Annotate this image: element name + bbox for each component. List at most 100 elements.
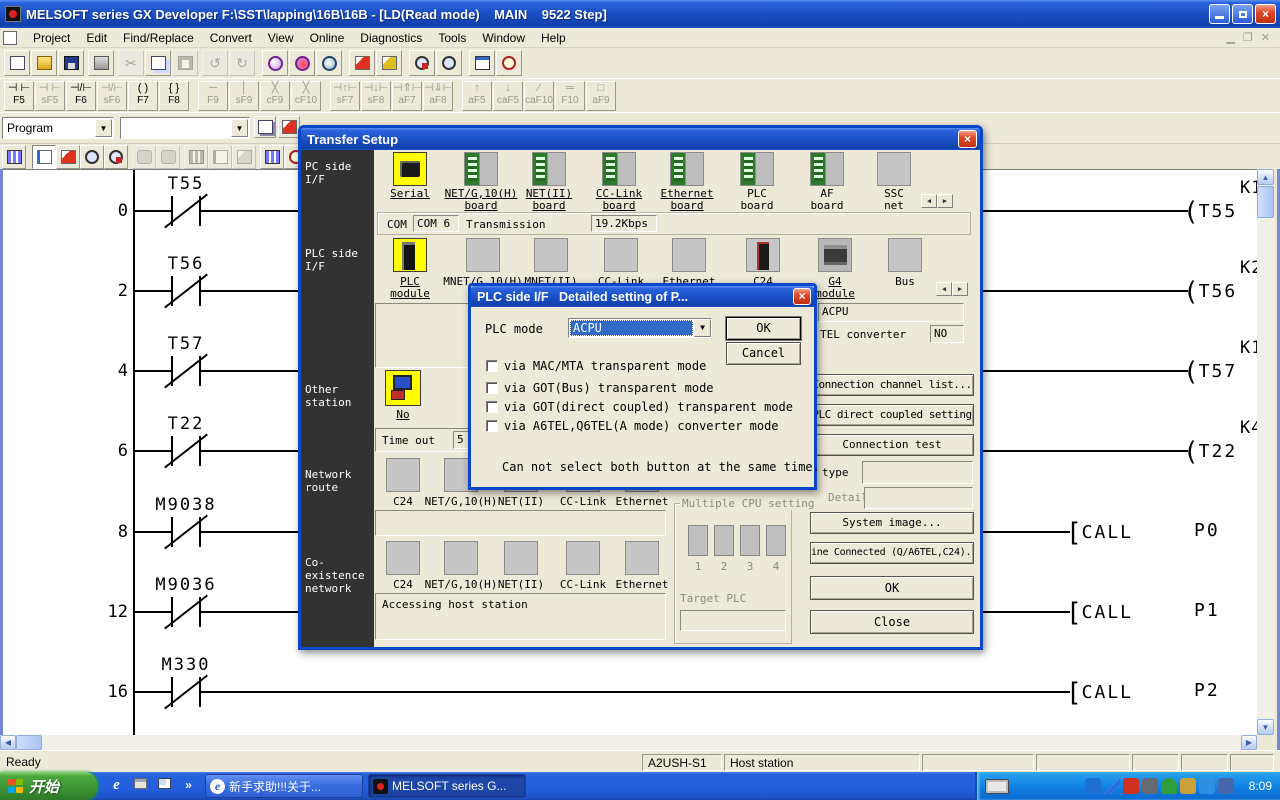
coil-output[interactable]: (T56 — [1183, 277, 1237, 307]
other-station-no-label[interactable]: No — [358, 409, 448, 421]
transfer-setup-titlebar[interactable]: Transfer Setup × — [301, 128, 980, 150]
system-image-button[interactable]: System image... — [810, 512, 974, 534]
ladder-symbol-F8-button[interactable]: { }F8 — [159, 81, 189, 111]
menu-window[interactable]: Window — [474, 29, 533, 47]
outlook-icon[interactable] — [132, 777, 149, 794]
taskbar-task-forum[interactable]: e 新手求助!!!关于... — [205, 774, 363, 798]
horizontal-scroll-thumb[interactable] — [16, 735, 42, 750]
contact-device-label[interactable]: T55 — [126, 174, 246, 194]
plc-side-c24-module-icon[interactable] — [746, 238, 780, 272]
security-shield-tray-icon[interactable] — [1218, 778, 1234, 794]
parameter-button[interactable] — [278, 116, 300, 138]
other-station-no-icon[interactable] — [385, 370, 421, 406]
ok-button[interactable]: OK — [726, 317, 801, 340]
transfer-close-button[interactable]: Close — [810, 610, 974, 634]
minimize-button[interactable] — [1209, 4, 1230, 24]
mdi-document-icon[interactable] — [3, 31, 17, 45]
plc-side-blank-icon[interactable] — [534, 238, 568, 272]
plc-direct-coupled-setting-button[interactable]: PLC direct coupled setting — [810, 404, 974, 426]
zoom-out-button[interactable] — [436, 50, 462, 76]
edit-contacts-button[interactable] — [56, 145, 80, 169]
coil-output[interactable]: (T57 — [1183, 357, 1237, 387]
menu-tools[interactable]: Tools — [430, 29, 474, 47]
pc-side-serial-port-icon[interactable] — [393, 152, 427, 186]
open-button[interactable] — [31, 50, 57, 76]
transparent-mode-checkbox[interactable] — [486, 420, 498, 432]
call-instruction[interactable]: [CALL — [1066, 598, 1133, 628]
find-instruction-button[interactable] — [289, 50, 315, 76]
plc-side-if-titlebar[interactable]: PLC side I/F Detailed setting of P... × — [471, 286, 814, 307]
expand-contacts-button[interactable] — [32, 145, 56, 169]
restore-button[interactable] — [1232, 4, 1253, 24]
plc-side-plc-module-icon[interactable] — [393, 238, 427, 272]
call-instruction[interactable]: [CALL — [1066, 518, 1133, 548]
cpu-slot-2[interactable] — [714, 525, 734, 556]
ladder-list-toggle-button[interactable] — [2, 145, 26, 169]
coexistence-blank-icon[interactable] — [625, 541, 659, 575]
keyboard-layout-icon[interactable] — [985, 779, 1009, 794]
new-button[interactable] — [4, 50, 30, 76]
quick-launch-overflow-chevron[interactable]: » — [180, 777, 197, 794]
coexistence-blank-icon[interactable] — [566, 541, 600, 575]
ladder-symbol-F6-button[interactable]: ⊣/⊢F6 — [66, 81, 96, 111]
vertical-scrollbar[interactable]: ▲ ▼ — [1257, 169, 1274, 735]
print-button[interactable] — [88, 50, 114, 76]
call-instruction[interactable]: [CALL — [1066, 678, 1133, 708]
qq-tray-icon[interactable] — [1199, 778, 1215, 794]
cpu-slot-3[interactable] — [740, 525, 760, 556]
find-coil-button[interactable] — [104, 145, 128, 169]
project-data-list-button[interactable] — [469, 50, 495, 76]
program-select[interactable]: Program ▼ — [2, 117, 114, 139]
close-icon[interactable]: × — [958, 130, 977, 148]
contact-device-label[interactable]: M9038 — [126, 495, 246, 515]
plc-side-g4-module-icon[interactable] — [818, 238, 852, 272]
contact-device-label[interactable]: T56 — [126, 254, 246, 274]
start-button[interactable]: 开始 — [0, 772, 97, 800]
zoom-in-button[interactable] — [409, 50, 435, 76]
pc-side-blank-icon[interactable] — [877, 152, 911, 186]
com-port-field[interactable]: COM 6 — [413, 215, 459, 232]
menu-project[interactable]: Project — [25, 29, 78, 47]
plc-mode-select[interactable]: ACPU ▼ — [568, 318, 712, 338]
coil-output[interactable]: (T55 — [1183, 197, 1237, 227]
save-button[interactable] — [58, 50, 84, 76]
window-titlebar[interactable]: MELSOFT series GX Developer F:\SST\lappi… — [0, 0, 1280, 28]
antivirus-umbrella-tray-icon[interactable] — [1161, 778, 1177, 794]
chevron-down-icon[interactable]: ▼ — [231, 119, 248, 137]
pc-side-plc-board-icon[interactable] — [740, 152, 774, 186]
call-pointer-label[interactable]: P1 — [1194, 600, 1220, 621]
cpu-slot-4[interactable] — [766, 525, 786, 556]
contact-device-label[interactable]: T57 — [126, 334, 246, 354]
close-button[interactable]: × — [1255, 4, 1276, 24]
menu-help[interactable]: Help — [533, 29, 574, 47]
mdi-window-controls[interactable]: ▁❐✕ — [1226, 31, 1270, 44]
pc-side-network-board-icon[interactable] — [464, 152, 498, 186]
volume-tray-icon[interactable] — [1180, 778, 1196, 794]
chevron-down-icon[interactable]: ▼ — [694, 319, 711, 337]
menu-online[interactable]: Online — [302, 29, 353, 47]
find-string-button[interactable] — [316, 50, 342, 76]
pc-side-network-board-icon[interactable] — [532, 152, 566, 186]
cancel-button[interactable]: Cancel — [726, 342, 801, 365]
contact-device-label[interactable]: M9036 — [126, 575, 246, 595]
device-comment-button[interactable] — [254, 116, 276, 138]
block-select[interactable]: ▼ — [120, 117, 250, 139]
connection-test-button[interactable]: Connection test — [810, 434, 974, 456]
menu-find-replace[interactable]: Find/Replace — [115, 29, 202, 47]
transparent-mode-checkbox[interactable] — [486, 401, 498, 413]
contact-device-label[interactable]: M330 — [126, 655, 246, 675]
ladder-symbol-F5-button[interactable]: ⊣ ⊢F5 — [4, 81, 34, 111]
taskbar-task-melsoft[interactable]: MELSOFT series G... — [368, 774, 526, 798]
pc-side-ethernet-board-icon[interactable] — [670, 152, 704, 186]
plc-side-blank-icon[interactable] — [604, 238, 638, 272]
download-manager-tray-icon[interactable] — [1123, 778, 1139, 794]
monitor-button[interactable] — [496, 50, 522, 76]
internet-explorer-icon[interactable]: e — [108, 777, 125, 794]
close-icon[interactable]: × — [793, 288, 811, 305]
call-pointer-label[interactable]: P0 — [1194, 520, 1220, 541]
show-desktop-icon[interactable] — [156, 777, 173, 794]
statement-edit-button[interactable] — [376, 50, 402, 76]
rocket-tool-tray-icon[interactable] — [1142, 778, 1158, 794]
copy-button[interactable] — [145, 50, 171, 76]
coexistence-blank-icon[interactable] — [444, 541, 478, 575]
